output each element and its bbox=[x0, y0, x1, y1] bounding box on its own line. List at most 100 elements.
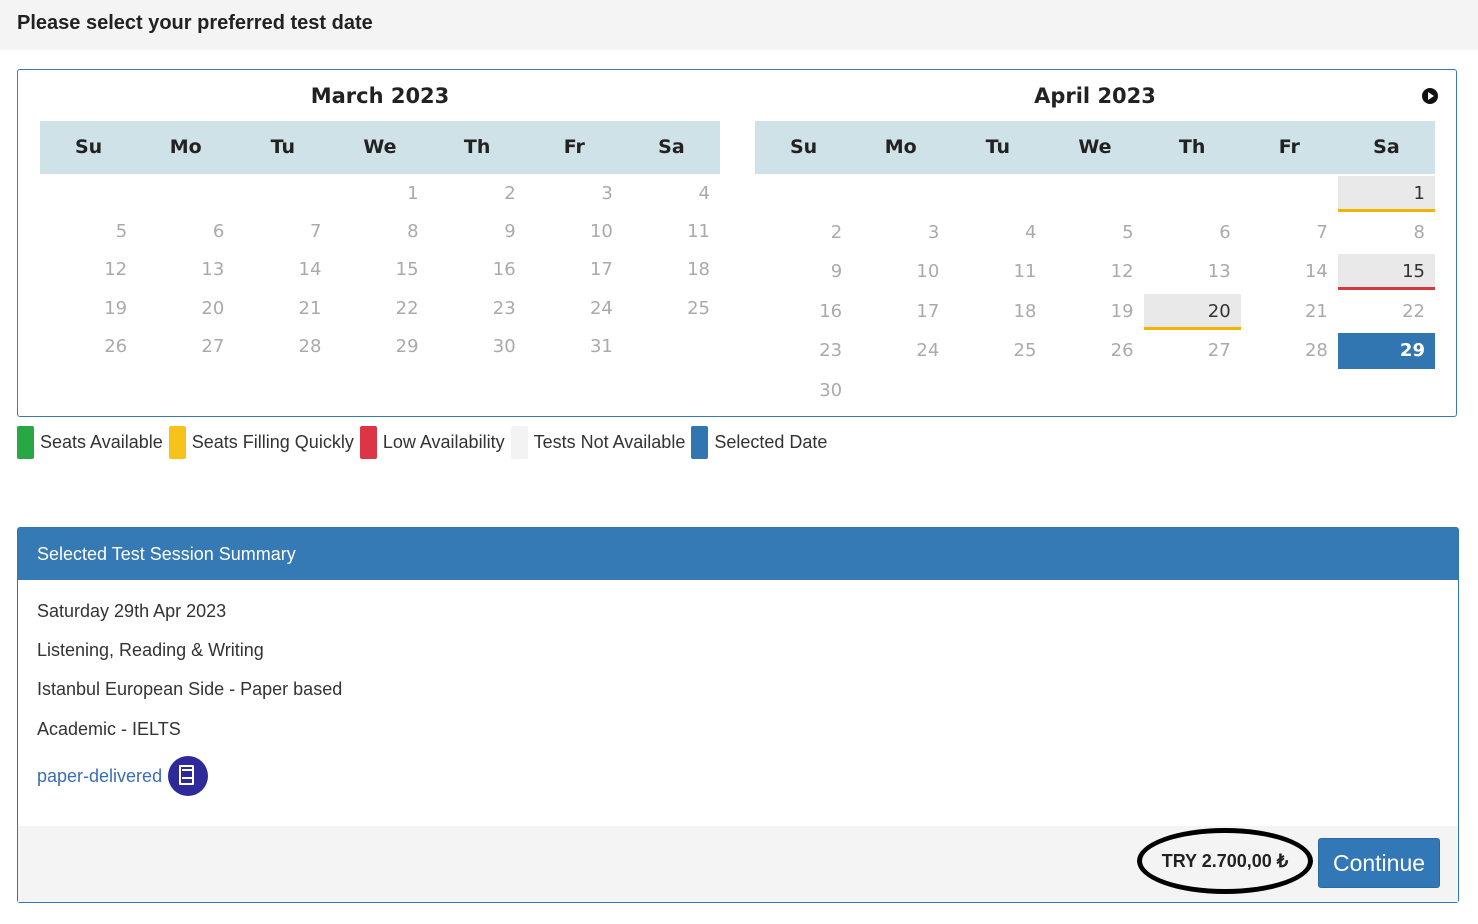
legend-item: Seats Available bbox=[17, 425, 163, 459]
weekday-su: Su bbox=[74, 136, 103, 158]
week-row: 1 bbox=[755, 176, 1435, 212]
day-april-29[interactable]: 29 bbox=[1337, 333, 1435, 369]
summary-footer: TRY 2.700,00 ₺ Continue bbox=[18, 826, 1458, 902]
weekday-mo: Mo bbox=[169, 136, 202, 158]
day-march-11: 11 bbox=[687, 221, 710, 242]
week-row: 12 13 14 15 16 17 18 bbox=[40, 252, 720, 288]
weekday-header: Su Mo Tu We Th Fr Sa bbox=[755, 121, 1435, 174]
week-row: 23 24 25 26 27 28 29 bbox=[755, 333, 1435, 369]
delivery-method: paper-delivered bbox=[37, 756, 209, 796]
empty-day-cell bbox=[234, 176, 331, 212]
day-march-26: 26 bbox=[104, 336, 128, 357]
day-april-23: 23 bbox=[819, 340, 843, 361]
empty-day-cell bbox=[949, 176, 1046, 212]
empty-day-cell bbox=[755, 176, 852, 212]
legend-item: Low Availability bbox=[359, 425, 505, 459]
day-april-22: 22 bbox=[1402, 301, 1425, 322]
week-row: 16 17 18 19 20 21 22 bbox=[755, 294, 1435, 330]
day-april-20[interactable]: 20 bbox=[1143, 294, 1241, 330]
day-march-20: 20 bbox=[201, 298, 225, 319]
weekday-th: Th bbox=[1178, 136, 1206, 158]
day-april-15[interactable]: 15 bbox=[1337, 254, 1435, 290]
day-march-3: 3 bbox=[601, 183, 613, 204]
day-march-15: 15 bbox=[395, 259, 419, 280]
day-march-25: 25 bbox=[687, 298, 710, 319]
week-row: 2 3 4 5 6 7 8 bbox=[755, 215, 1435, 251]
paper-delivered-link[interactable]: paper-delivered bbox=[37, 766, 162, 787]
day-march-5: 5 bbox=[115, 221, 128, 242]
day-march-4: 4 bbox=[698, 183, 710, 204]
day-april-6: 6 bbox=[1219, 222, 1231, 243]
empty-day-cell bbox=[1144, 176, 1241, 212]
week-row: 26 27 28 29 30 31 bbox=[40, 329, 720, 365]
legend-label: Tests Not Available bbox=[533, 431, 686, 452]
day-april-26: 26 bbox=[1110, 340, 1134, 361]
weekday-mo: Mo bbox=[884, 136, 917, 158]
week-row: 19 20 21 22 23 24 25 bbox=[40, 291, 720, 327]
legend-label: Seats Filling Quickly bbox=[191, 431, 354, 452]
legend-label: Low Availability bbox=[382, 431, 505, 452]
week-row: 30 bbox=[755, 373, 1435, 409]
day-march-12: 12 bbox=[104, 259, 128, 280]
day-april-12: 12 bbox=[1110, 261, 1134, 282]
page-title: Please select your preferred test date bbox=[17, 12, 373, 34]
day-march-9: 9 bbox=[504, 221, 516, 242]
session-test-type: Academic - IELTS bbox=[37, 719, 181, 739]
weekday-th: Th bbox=[463, 136, 491, 158]
day-april-1[interactable]: 1 bbox=[1337, 176, 1435, 212]
day-april-11: 11 bbox=[1013, 261, 1037, 282]
empty-day-cell bbox=[1241, 176, 1338, 212]
day-april-16: 16 bbox=[819, 301, 843, 322]
day-april-19: 19 bbox=[1110, 301, 1134, 322]
empty-day-cell bbox=[852, 176, 949, 212]
day-march-27: 27 bbox=[201, 336, 225, 357]
day-march-16: 16 bbox=[492, 259, 516, 280]
empty-day-cell bbox=[623, 329, 720, 365]
day-march-29: 29 bbox=[395, 336, 419, 357]
day-march-14: 14 bbox=[298, 259, 322, 280]
weekday-tu: Tu bbox=[270, 136, 296, 158]
day-march-31: 31 bbox=[589, 336, 613, 357]
legend-swatch bbox=[691, 425, 709, 459]
legend-item: Seats Filling Quickly bbox=[168, 425, 354, 459]
weekday-we: We bbox=[363, 136, 397, 158]
day-april-9: 9 bbox=[830, 261, 843, 282]
paper-document-icon bbox=[168, 756, 209, 796]
continue-button[interactable]: Continue bbox=[1318, 838, 1440, 888]
month-title: April 2023 bbox=[1034, 84, 1156, 108]
day-march-2: 2 bbox=[504, 183, 516, 204]
empty-day-cell bbox=[1144, 373, 1241, 409]
week-row: 9 10 11 12 13 14 15 bbox=[755, 254, 1435, 290]
empty-day-cell bbox=[1241, 373, 1338, 409]
legend-label: Selected Date bbox=[714, 431, 828, 452]
next-month-icon[interactable] bbox=[1422, 88, 1438, 104]
empty-day-cell bbox=[1046, 176, 1143, 212]
day-april-18: 18 bbox=[1013, 301, 1037, 322]
day-april-24: 24 bbox=[916, 340, 940, 361]
week-row: 1 2 3 4 bbox=[40, 176, 720, 212]
weekday-fr: Fr bbox=[1278, 136, 1300, 158]
weekday-header: Su Mo Tu We Th Fr Sa bbox=[40, 121, 720, 174]
weekday-su: Su bbox=[789, 136, 818, 158]
day-march-1: 1 bbox=[407, 183, 419, 204]
availability-legend: Seats Available Seats Filling Quickly Low … bbox=[17, 425, 833, 459]
legend-swatch bbox=[17, 425, 34, 459]
summary-header: Selected Test Session Summary bbox=[18, 528, 1458, 580]
calendar-panel: March 2023 Su Mo Tu We Th Fr Sa 1 2 3 4 5 6 7 8 9 10 11 1… bbox=[17, 69, 1457, 417]
price-label: TRY 2.700,00 ₺ bbox=[1161, 850, 1289, 871]
day-april-17: 17 bbox=[916, 301, 940, 322]
legend-label: Seats Available bbox=[40, 431, 163, 452]
empty-day-cell bbox=[949, 373, 1046, 409]
session-modules: Listening, Reading & Writing bbox=[37, 640, 264, 660]
weekday-fr: Fr bbox=[563, 136, 585, 158]
day-march-6: 6 bbox=[212, 221, 225, 242]
weekday-we: We bbox=[1078, 136, 1112, 158]
week-row: 5 6 7 8 9 10 11 bbox=[40, 214, 720, 250]
month-title: March 2023 bbox=[310, 84, 450, 108]
day-march-19: 19 bbox=[104, 298, 128, 319]
day-march-8: 8 bbox=[407, 221, 419, 242]
page-header: Please select your preferred test date bbox=[0, 0, 1478, 50]
day-april-8: 8 bbox=[1413, 222, 1425, 243]
day-april-27: 27 bbox=[1207, 340, 1231, 361]
empty-day-cell bbox=[40, 176, 137, 212]
